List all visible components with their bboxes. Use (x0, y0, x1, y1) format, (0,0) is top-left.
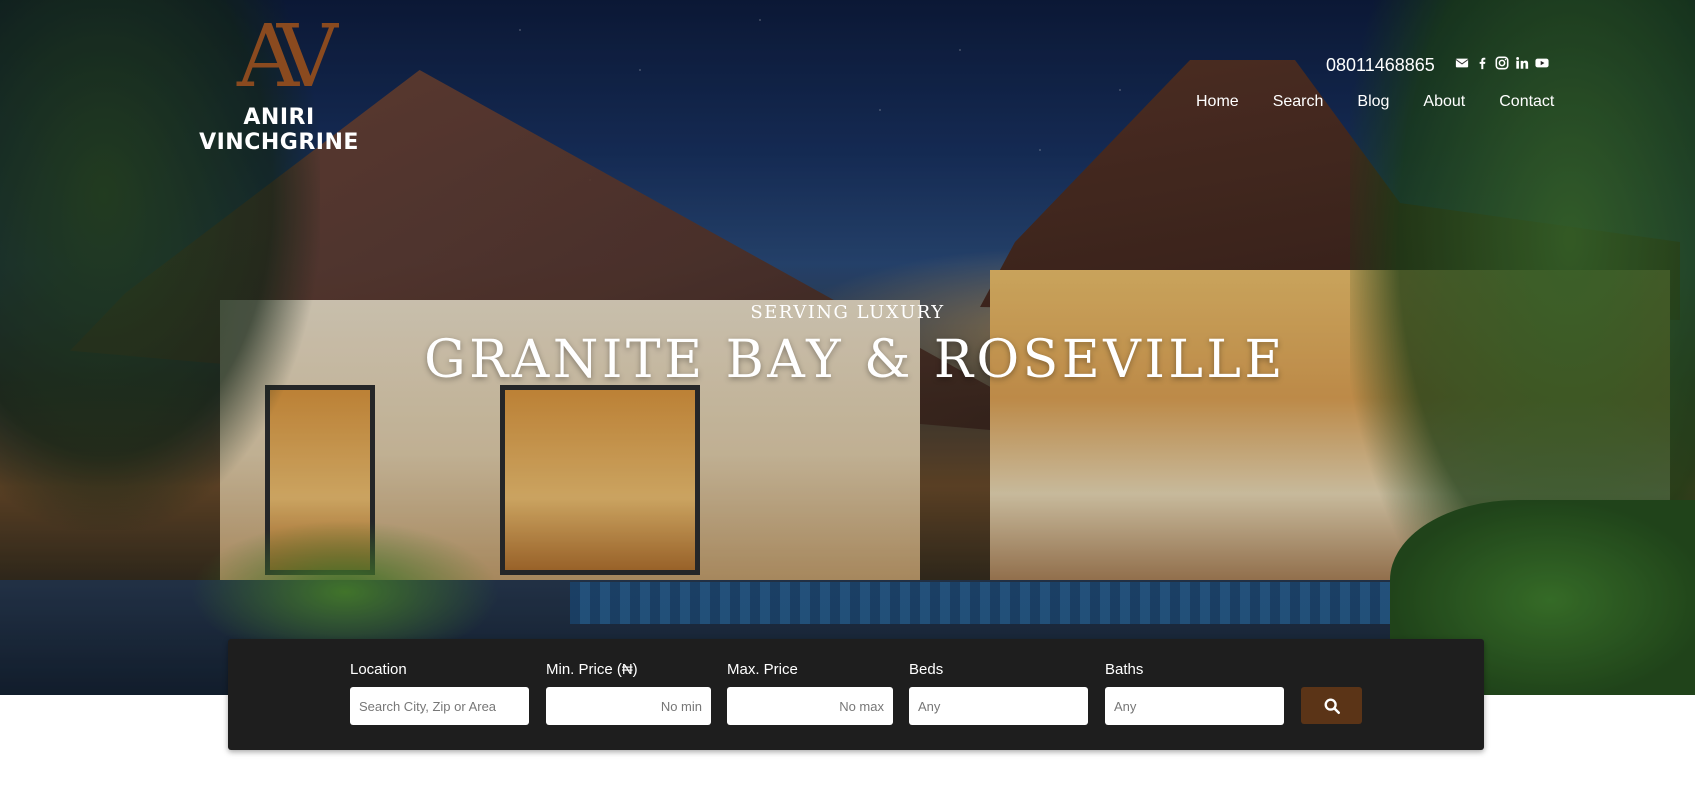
max-price-input[interactable] (727, 687, 893, 725)
min-price-field: Min. Price (₦) (546, 661, 711, 725)
nav-about[interactable]: About (1423, 93, 1465, 111)
main-nav: Home Search Blog About Contact (1196, 93, 1554, 111)
site-logo[interactable]: AV ANIRI VINCHGRINE (164, 14, 394, 155)
max-price-field: Max. Price (727, 661, 893, 725)
nav-search[interactable]: Search (1273, 93, 1324, 111)
baths-field: Baths (1105, 661, 1284, 725)
beds-input[interactable] (909, 687, 1088, 725)
min-price-label: Min. Price (₦) (546, 661, 638, 678)
facebook-icon[interactable] (1475, 56, 1489, 70)
beds-field: Beds (909, 661, 1088, 725)
search-submit-button[interactable] (1301, 687, 1362, 724)
property-search-bar: Location Min. Price (₦) Max. Price Beds … (228, 639, 1484, 750)
hero-tagline: SERVING LUXURY (750, 302, 945, 323)
linkedin-icon[interactable] (1515, 56, 1529, 70)
social-links (1455, 56, 1549, 70)
baths-input[interactable] (1105, 687, 1284, 725)
hero-headline: GRANITE BAY & ROSEVILLE (424, 330, 1286, 390)
svg-text:AV: AV (236, 14, 339, 104)
location-input[interactable] (350, 687, 529, 725)
search-icon (1324, 698, 1340, 714)
brand-name: ANIRI VINCHGRINE (199, 105, 359, 155)
beds-label: Beds (909, 661, 944, 678)
baths-label: Baths (1105, 661, 1144, 678)
instagram-icon[interactable] (1495, 56, 1509, 70)
nav-contact[interactable]: Contact (1499, 93, 1554, 111)
envelope-icon[interactable] (1455, 56, 1469, 70)
nav-home[interactable]: Home (1196, 93, 1239, 111)
location-label: Location (350, 661, 407, 678)
location-field: Location (350, 661, 529, 725)
min-price-input[interactable] (546, 687, 711, 725)
youtube-icon[interactable] (1535, 56, 1549, 70)
nav-blog[interactable]: Blog (1357, 93, 1389, 111)
max-price-label: Max. Price (727, 661, 798, 678)
phone-number[interactable]: 08011468865 (1326, 55, 1435, 76)
av-monogram-icon: AV (236, 14, 339, 104)
